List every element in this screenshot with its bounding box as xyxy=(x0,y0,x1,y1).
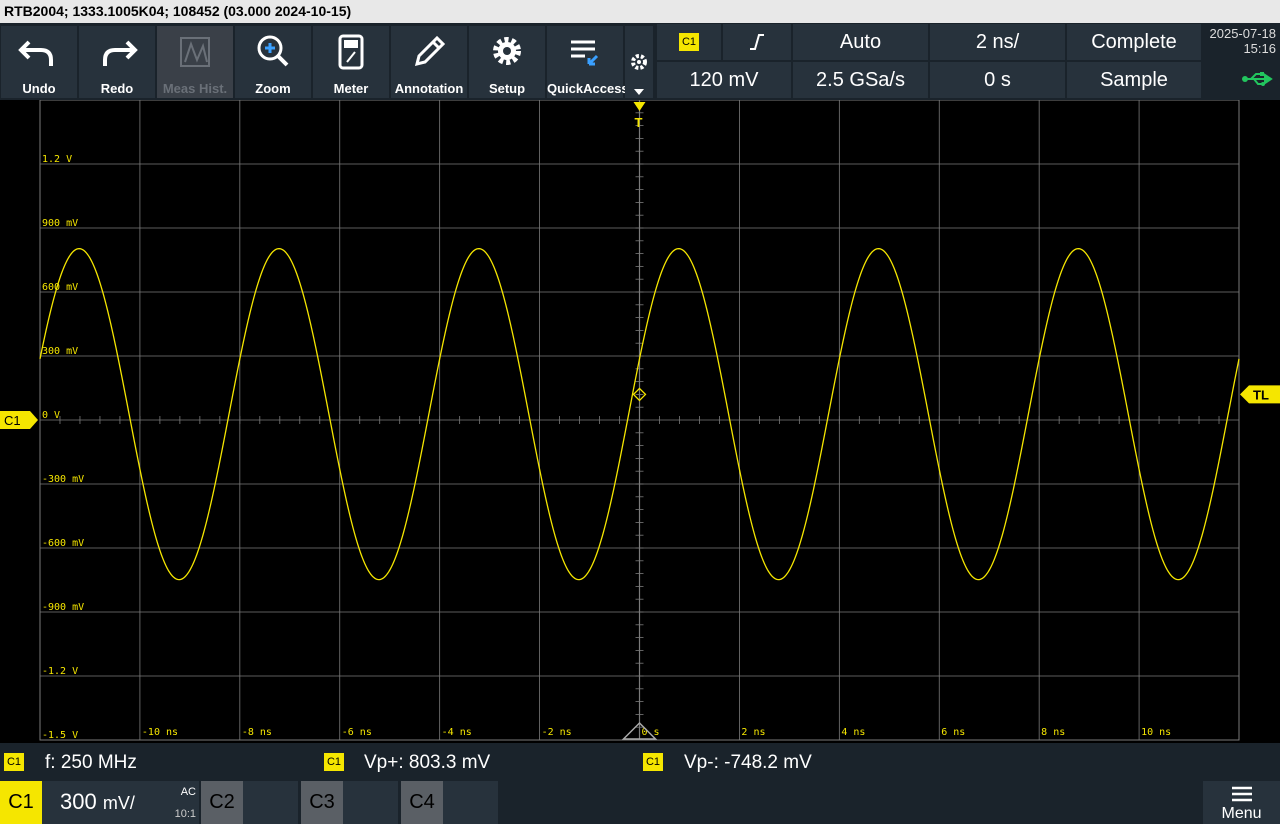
trigger-position-arrow xyxy=(633,102,646,111)
acquisition-state[interactable]: Complete xyxy=(1067,24,1201,60)
waveform-grid[interactable]: 1.2 V 900 mV 600 mV 300 mV 0 V -300 mV -600 mV… xyxy=(0,99,1280,743)
redo-label: Redo xyxy=(100,81,134,96)
channel-c2-tag: C2 xyxy=(201,781,243,824)
trigger-source-tag: C1 xyxy=(679,33,699,51)
meas-3-source-tag: C1 xyxy=(643,753,663,771)
waveform-display[interactable]: 1.2 V 900 mV 600 mV 300 mV 0 V -300 mV -600 mV… xyxy=(0,99,1280,743)
gear-icon xyxy=(493,37,521,65)
x-axis-label: -10 ns xyxy=(142,727,178,738)
c1-offset-label: C1 xyxy=(4,413,21,428)
trigger-position-label: T xyxy=(635,115,643,130)
quick-access-icon xyxy=(571,40,599,66)
meter-icon xyxy=(338,34,364,70)
redo-button[interactable]: Redo xyxy=(79,26,155,98)
channel-c4-box[interactable]: C4 xyxy=(401,781,498,824)
x-axis-label: -2 ns xyxy=(542,727,572,738)
measurement-bar: C1 f: 250 MHz C1 Vp+: 803.3 mV C1 Vp-: -… xyxy=(0,743,1280,781)
clock: 2025-07-18 15:16 xyxy=(1203,23,1280,100)
trigger-level[interactable]: 120 mV xyxy=(657,62,791,98)
meas-hist-label: Meas Hist. xyxy=(162,81,228,96)
clock-date: 2025-07-18 xyxy=(1209,26,1277,41)
channel-c2-box[interactable]: C2 xyxy=(201,781,298,824)
meas-hist-button[interactable]: Meas Hist. xyxy=(157,26,233,98)
hamburger-icon xyxy=(1232,786,1252,802)
meas-frequency[interactable]: f: 250 MHz xyxy=(45,752,137,774)
channel-c1-scale: 300 mV/ xyxy=(60,789,135,815)
usb-icon xyxy=(1242,72,1273,86)
channel-bar: C1 300 mV/ AC 10:1 C2 C3 C4 Menu xyxy=(0,781,1280,824)
x-axis-label: 6 ns xyxy=(941,727,965,738)
meas-2-source-tag: C1 xyxy=(324,753,344,771)
y-axis-label: 600 mV xyxy=(42,282,78,293)
x-axis-label: -8 ns xyxy=(242,727,272,738)
timebase-scale[interactable]: 2 ns/ xyxy=(930,24,1065,60)
acquisition-mode[interactable]: Sample xyxy=(1067,62,1201,98)
meas-vpeak-neg[interactable]: Vp-: -748.2 mV xyxy=(684,752,812,774)
y-axis-label: -600 mV xyxy=(42,538,84,549)
y-axis-label: 300 mV xyxy=(42,346,78,357)
zoom-label: Zoom xyxy=(255,81,291,96)
setup-label: Setup xyxy=(488,81,526,96)
y-axis-label: 900 mV xyxy=(42,218,78,229)
pencil-icon xyxy=(414,35,446,67)
channel-c1-scale-value: 300 xyxy=(60,789,97,814)
menu-label: Menu xyxy=(1221,805,1262,822)
zoom-button[interactable]: Zoom xyxy=(235,26,311,98)
x-axis-label: -6 ns xyxy=(342,727,372,738)
undo-icon xyxy=(18,40,53,66)
rising-edge-icon xyxy=(750,34,764,50)
toolbar-settings-button[interactable] xyxy=(625,26,653,98)
redo-icon xyxy=(103,40,138,66)
y-axis-label: -900 mV xyxy=(42,602,84,613)
trigger-mode[interactable]: Auto xyxy=(793,24,928,60)
menu-button[interactable]: Menu xyxy=(1203,781,1280,824)
channel-c1-probe: 10:1 xyxy=(174,808,196,820)
quickaccess-label: QuickAccess xyxy=(547,81,629,96)
y-axis-label: -1.5 V xyxy=(42,730,78,741)
y-axis-label: 1.2 V xyxy=(42,154,72,165)
channel-c4-tag: C4 xyxy=(401,781,443,824)
x-axis-label: -4 ns xyxy=(442,727,472,738)
trigger-source-cell[interactable]: C1 xyxy=(657,24,721,60)
y-axis-label: -300 mV xyxy=(42,474,84,485)
title-bar: RTB2004; 1333.1005K04; 108452 (03.000 20… xyxy=(0,0,1280,23)
toolbar: Undo Redo Meas Hist. Zoom Meter Annotati… xyxy=(0,23,1280,100)
annotation-label: Annotation xyxy=(394,81,464,96)
meas-vpeak-pos[interactable]: Vp+: 803.3 mV xyxy=(364,752,490,774)
trigger-level-label: TL xyxy=(1253,387,1269,402)
horizontal-position[interactable]: 0 s xyxy=(930,62,1065,98)
channel-c3-tag: C3 xyxy=(301,781,343,824)
channel-c3-box[interactable]: C3 xyxy=(301,781,398,824)
x-axis-label: 4 ns xyxy=(841,727,865,738)
zoom-icon xyxy=(257,35,289,67)
trigger-slope-cell[interactable] xyxy=(723,24,791,60)
meter-button[interactable]: Meter xyxy=(313,26,389,98)
meas-hist-icon xyxy=(180,37,210,67)
setup-button[interactable]: Setup xyxy=(469,26,545,98)
y-axis-label: -1.2 V xyxy=(42,666,78,677)
sample-rate[interactable]: 2.5 GSa/s xyxy=(793,62,928,98)
quickaccess-button[interactable]: QuickAccess xyxy=(547,26,629,98)
undo-label: Undo xyxy=(22,81,56,96)
clock-time: 15:16 xyxy=(1243,41,1276,56)
channel-c1-coupling: AC xyxy=(180,786,196,798)
small-gear-icon xyxy=(631,54,647,70)
x-axis-label: 8 ns xyxy=(1041,727,1065,738)
annotation-button[interactable]: Annotation xyxy=(391,26,467,98)
undo-button[interactable]: Undo xyxy=(1,26,77,98)
channel-c1-box[interactable]: C1 300 mV/ AC 10:1 xyxy=(0,781,199,824)
meas-1-source-tag: C1 xyxy=(4,753,24,771)
y-axis-label: 0 V xyxy=(42,410,60,421)
x-axis-label: 10 ns xyxy=(1141,727,1171,738)
meter-label: Meter xyxy=(333,81,369,96)
channel-c1-scale-unit: mV/ xyxy=(102,793,135,813)
chevron-down-icon xyxy=(634,89,644,95)
x-axis-label: 2 ns xyxy=(741,727,765,738)
channel-c1-tag: C1 xyxy=(0,781,42,824)
